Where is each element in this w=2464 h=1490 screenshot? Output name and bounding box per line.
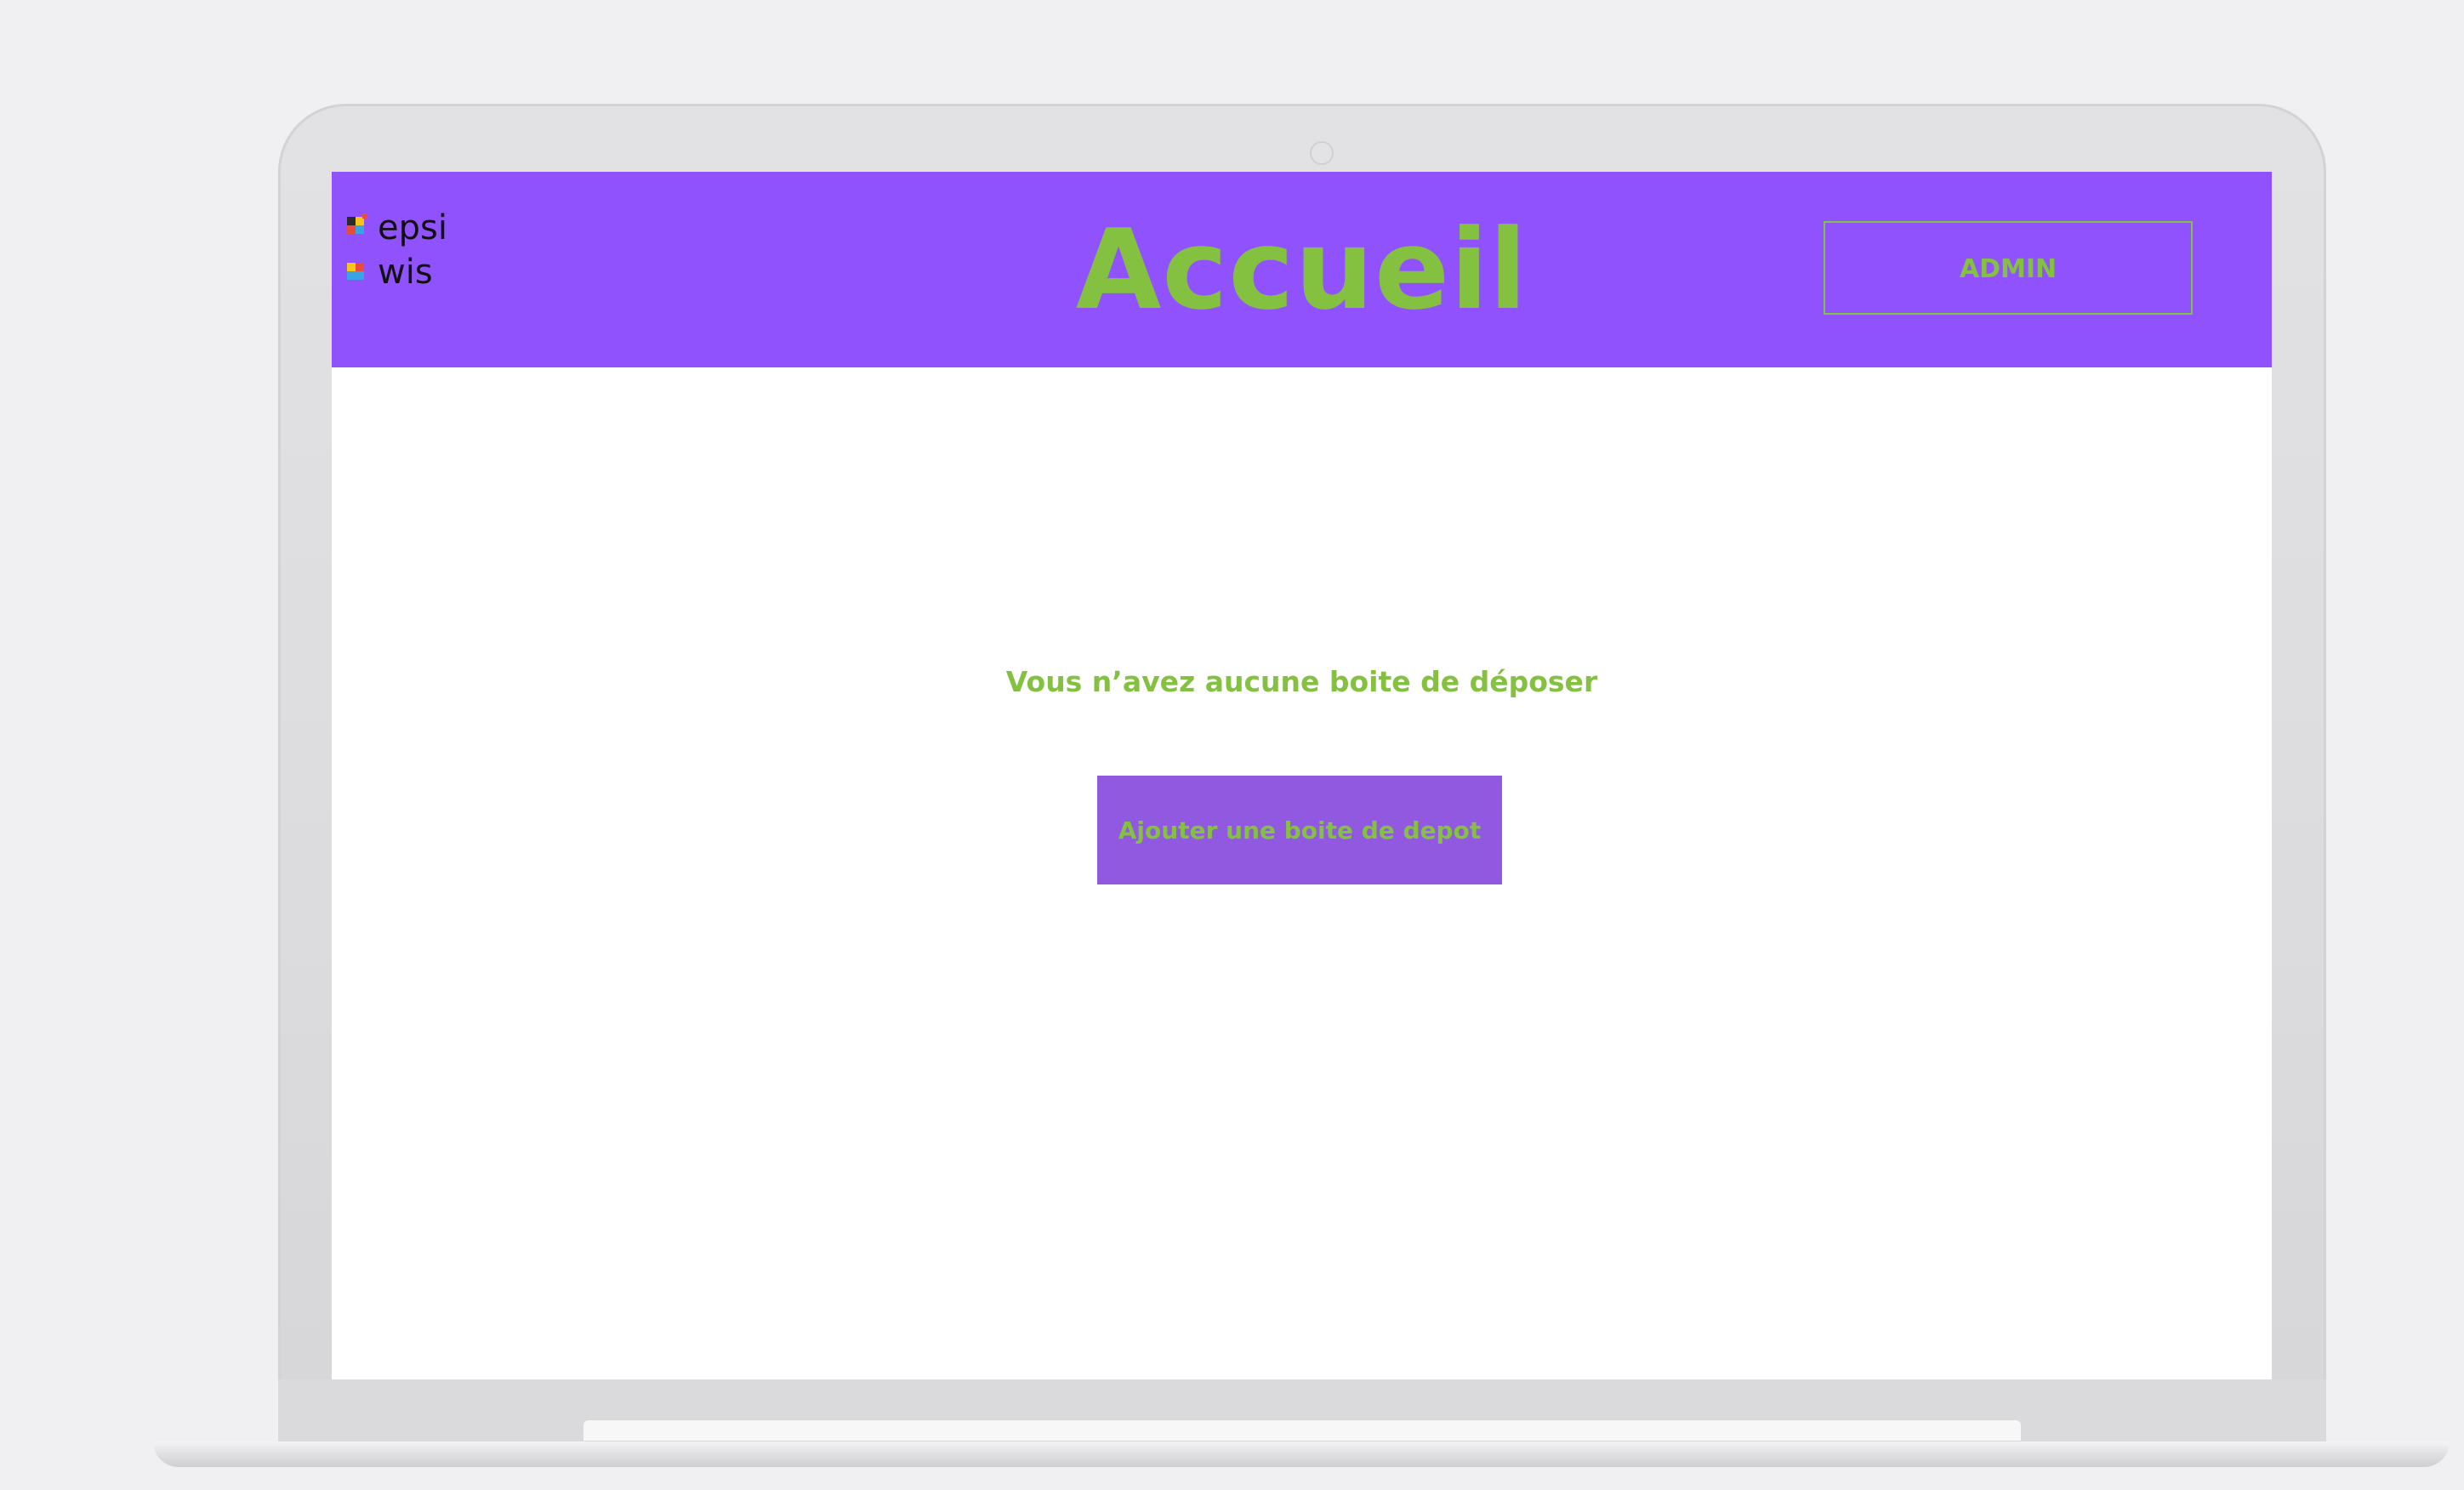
laptop-notch [583, 1420, 2021, 1441]
camera-icon [1310, 141, 1334, 165]
app-screen: epsi wis Accueil ADMIN Vous n’avez aucun… [332, 172, 2272, 1379]
laptop-base [153, 1442, 2450, 1467]
empty-state-message: Vous n’avez aucune boite de déposer [1005, 665, 1598, 698]
add-drop-box-button[interactable]: Ajouter une boite de depot [1097, 776, 1502, 884]
header-bar: epsi wis Accueil ADMIN [332, 172, 2272, 367]
admin-button[interactable]: ADMIN [1824, 221, 2193, 315]
